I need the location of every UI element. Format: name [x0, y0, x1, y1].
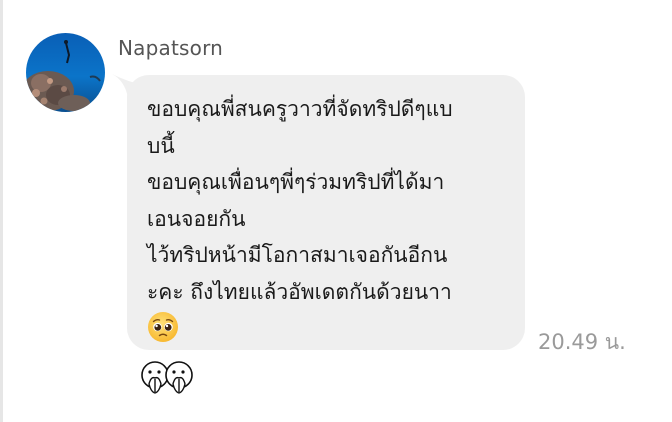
sender-name: Napatsorn: [118, 36, 224, 60]
message-bubble[interactable]: ขอบคุณพี่สนครูวาวที่จัดทริปดีๆแบ บนี้ ขอ…: [127, 75, 525, 350]
hands-together-outline-emoji-icon[interactable]: [137, 358, 199, 398]
message-line: ขอบคุณเพื่อนๆพี่ๆร่วมทริปที่ได้มา: [147, 170, 445, 194]
message-line: ะคะ ถึงไทยแล้วอัพเดตกันด้วยนาา: [147, 279, 452, 304]
message-line: ขอบคุณพี่สนครูวาวที่จัดทริปดีๆแบ: [147, 97, 453, 121]
divider: [0, 0, 3, 422]
pleading-face-emoji-icon: [147, 311, 179, 347]
message-line: เอนจอยกัน: [147, 206, 246, 231]
message-line: บนี้: [147, 133, 175, 158]
message-timestamp: 20.49 น.: [538, 330, 626, 354]
avatar[interactable]: [26, 33, 105, 112]
message-line: ไว้ทริปหน้ามีโอกาสมาเจอกันอีกน: [147, 243, 448, 267]
chat-thread: Napatsorn ขอบคุณพี่สนครูวาวที่จัดทริปดีๆ…: [0, 0, 672, 422]
ocean-reef-avatar-icon: [26, 33, 105, 112]
